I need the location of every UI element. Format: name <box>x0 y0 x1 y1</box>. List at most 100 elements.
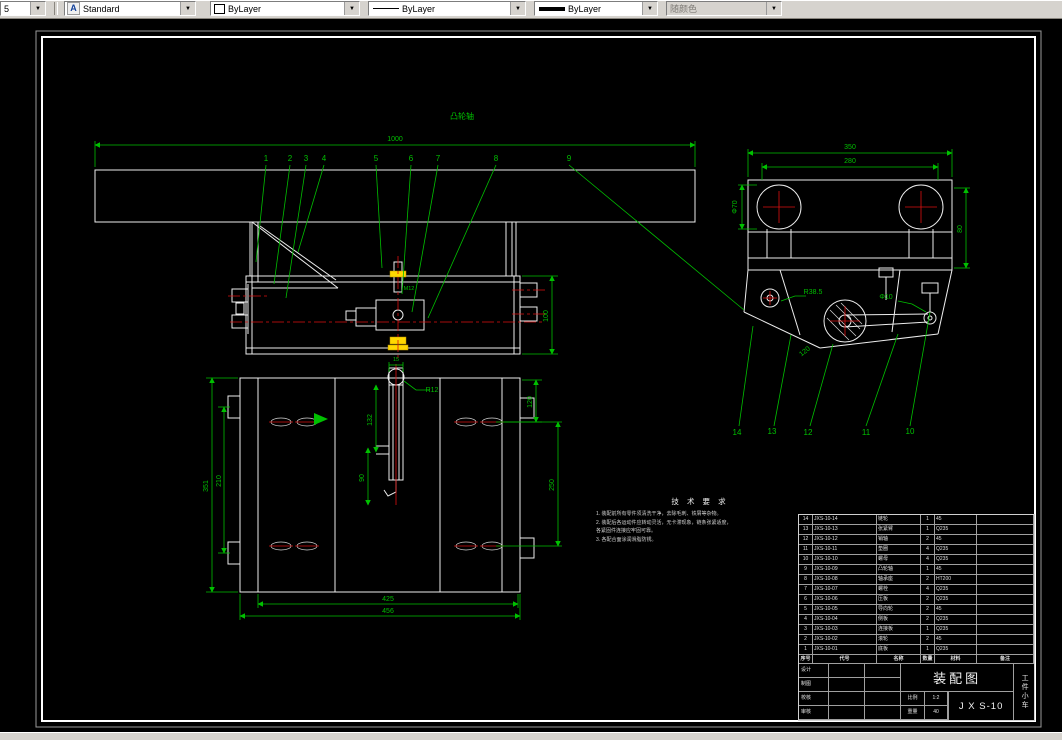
properties-toolbar: 5 ▼ A Standard ▼ ByLayer ▼ ByLayer ▼ ByL… <box>0 0 1062 19</box>
lineweight-combo[interactable]: ByLayer ▼ <box>534 1 658 16</box>
linetype-value: ByLayer <box>402 3 436 14</box>
dim-side-height: 80 <box>957 225 964 233</box>
bom-header-qty: 数量 <box>921 655 935 664</box>
dim-wheel-dia: Φ70 <box>732 200 739 213</box>
callout-12: 12 <box>804 428 813 437</box>
callout-2: 2 <box>288 154 293 163</box>
callout-5: 5 <box>374 154 379 163</box>
chevron-down-icon[interactable]: ▼ <box>510 2 525 15</box>
dim-channel-height: 100 <box>543 310 550 322</box>
chevron-down-icon[interactable]: ▼ <box>180 2 195 15</box>
dim-plate-right-h: 250 <box>549 479 556 491</box>
bom-parts-list: 14 JXS-10-14 链轮 1 45 13 JXS-10-13 张紧臂 1 … <box>799 515 1034 655</box>
plate-view-slots <box>269 364 504 551</box>
toolbar-separator <box>54 2 58 15</box>
linetype-swatch-icon <box>373 8 399 9</box>
weight-value: 40 <box>925 706 948 720</box>
title-block: 设计 制图 校核 审核 装配图 比例 1:2 重量 40 J X S-10 工件… <box>799 664 1034 720</box>
table-row: 8 JXS-10-08 轴承座 2 HT200 <box>799 575 1034 585</box>
text-style-value: Standard <box>83 3 120 14</box>
tech-req-title: 技 术 要 求 <box>671 497 729 506</box>
bom-header-code: 代号 <box>813 655 877 664</box>
table-row: 13 JXS-10-13 张紧臂 1 Q235 <box>799 525 1034 535</box>
dim-bolt-note: M12 <box>404 286 415 292</box>
layer-combo-value: 5 <box>4 3 10 14</box>
dim-rod-132: 132 <box>367 414 374 426</box>
sign-label: 制图 <box>799 678 829 692</box>
callout-7: 7 <box>436 154 441 163</box>
tech-req-note: 各紧固件连接应牢固可靠。 <box>596 528 657 534</box>
top-view-geometry <box>94 169 696 355</box>
layer-combo[interactable]: 5 ▼ <box>0 1 46 16</box>
table-row: 4 JXS-10-04 侧板 2 Q235 <box>799 615 1034 625</box>
bom-title-block: 14 JXS-10-14 链轮 1 45 13 JXS-10-13 张紧臂 1 … <box>798 514 1035 721</box>
callout-6: 6 <box>409 154 414 163</box>
table-row: 14 JXS-10-14 链轮 1 45 <box>799 515 1034 525</box>
tech-req-note: 1. 装配前所有零件须清洗干净，去除毛刺、铁屑等杂物。 <box>596 511 722 517</box>
table-row: 1 JXS-10-01 底板 1 Q235 <box>799 645 1034 655</box>
sign-label: 校核 <box>799 692 829 706</box>
table-row: 9 JXS-10-09 凸轮轴 1 45 <box>799 565 1034 575</box>
callout-8: 8 <box>494 154 499 163</box>
dim-notch-15: 15 <box>393 357 399 363</box>
lineweight-swatch-icon <box>539 6 565 11</box>
weight-label: 重量 <box>901 706 925 720</box>
chevron-down-icon[interactable]: ▼ <box>642 2 657 15</box>
plot-style-combo: 随颜色 ▼ <box>666 1 782 16</box>
color-value: ByLayer <box>228 3 262 14</box>
callout-4: 4 <box>322 154 327 163</box>
plot-style-value: 随颜色 <box>670 4 698 14</box>
chevron-down-icon[interactable]: ▼ <box>30 2 45 15</box>
callout-10: 10 <box>906 427 915 436</box>
dim-radius-r385: R38.5 <box>804 289 823 296</box>
callout-13: 13 <box>768 427 777 436</box>
lineweight-value: ByLayer <box>568 3 602 14</box>
callout-9: 9 <box>567 154 572 163</box>
status-bar <box>0 732 1062 740</box>
chevron-down-icon: ▼ <box>766 2 781 15</box>
dim-base-outer-w: 456 <box>382 608 394 615</box>
table-row: 3 JXS-10-03 连接板 1 Q235 <box>799 625 1034 635</box>
drawing-title: 装配图 <box>901 664 1015 692</box>
bom-header-name: 名称 <box>877 655 921 664</box>
callout-14: 14 <box>733 428 742 437</box>
part-label: 凸轮轴 <box>450 111 474 121</box>
callout-1: 1 <box>264 154 269 163</box>
title-block-scale: 比例 1:2 重量 40 <box>901 692 949 720</box>
color-combo[interactable]: ByLayer ▼ <box>210 1 360 16</box>
table-row: 5 JXS-10-05 导向轮 2 45 <box>799 605 1034 615</box>
callout-3: 3 <box>304 154 309 163</box>
title-block-main: 装配图 比例 1:2 重量 40 J X S-10 <box>901 664 1015 720</box>
sign-label: 设计 <box>799 664 829 678</box>
linetype-combo[interactable]: ByLayer ▼ <box>368 1 526 16</box>
title-block-side: 工件小车 <box>1014 664 1034 720</box>
dim-base-inner-w: 425 <box>382 596 394 603</box>
table-row: 6 JXS-10-06 压板 2 Q235 <box>799 595 1034 605</box>
bom-header-seq: 序号 <box>799 655 813 664</box>
unit-name: 工件小车 <box>1021 674 1029 710</box>
callout-leaders <box>255 164 931 427</box>
table-row: 2 JXS-10-02 滚轮 2 45 <box>799 635 1034 645</box>
table-row: 7 JXS-10-07 螺栓 4 Q235 <box>799 585 1034 595</box>
text-style-icon: A <box>67 2 80 15</box>
bom-header-mat: 材料 <box>935 655 977 664</box>
dim-plate-bolt-h: 210 <box>216 475 223 487</box>
tech-req-note: 2. 装配后各运动件应转动灵活，无卡滞现象，链条张紧适度， <box>596 519 732 526</box>
table-row: 11 JXS-10-11 垫圈 4 Q235 <box>799 545 1034 555</box>
dim-angle-120: 120 <box>798 345 812 358</box>
tech-req-note: 3. 各配合面涂润滑脂防锈。 <box>596 536 657 543</box>
dim-side-inner-width: 280 <box>844 158 856 165</box>
bom-header-note: 备注 <box>977 655 1034 664</box>
plate-view-geometry <box>227 367 535 593</box>
dim-slot-radius: R12 <box>426 387 439 394</box>
technical-requirements: 技 术 要 求 1. 装配前所有零件须清洗干净，去除毛刺、铁屑等杂物。 2. 装… <box>596 496 804 544</box>
color-swatch-icon <box>214 3 225 14</box>
view-direction-arrow <box>314 413 328 425</box>
scale-value: 1:2 <box>925 692 948 706</box>
chevron-down-icon[interactable]: ▼ <box>344 2 359 15</box>
title-block-signatures: 设计 制图 校核 审核 <box>799 664 901 720</box>
drawing-number: J X S-10 <box>949 692 1015 720</box>
table-row: 10 JXS-10-10 螺母 4 Q235 <box>799 555 1034 565</box>
text-style-combo[interactable]: A Standard ▼ <box>64 1 196 16</box>
table-row: 12 JXS-10-12 销轴 2 45 <box>799 535 1034 545</box>
